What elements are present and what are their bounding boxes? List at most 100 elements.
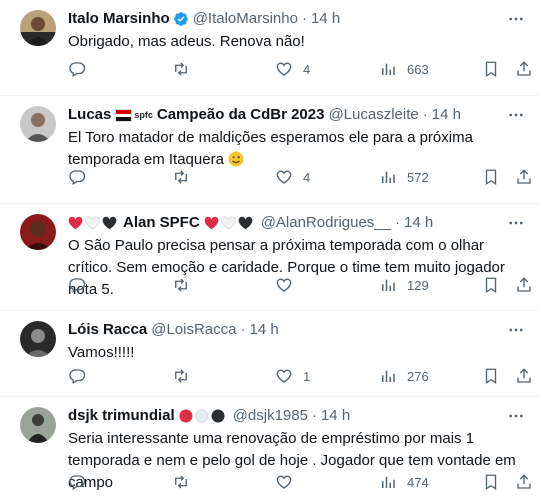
red-heart-icon (204, 216, 219, 230)
like-button[interactable] (275, 471, 293, 493)
red-circle-icon (179, 409, 193, 423)
tweet-text: Obrigado, mas adeus. Renova não! (68, 31, 530, 53)
views-chart-icon (382, 171, 395, 183)
user-handle[interactable]: @AlanRodrigues__ (261, 212, 391, 234)
timestamp[interactable]: 14 h (249, 319, 278, 341)
spfc-flag-badge: spfc (115, 104, 153, 126)
more-options-icon[interactable] (506, 214, 526, 232)
views-button[interactable]: 276 (379, 365, 429, 387)
retweet-button[interactable] (172, 365, 190, 387)
reply-icon (69, 278, 86, 293)
spfc-badge-text: spfc (134, 110, 153, 120)
bookmark-icon (485, 277, 497, 294)
display-name[interactable]: dsjk trimundial (68, 405, 175, 427)
reply-icon (69, 475, 86, 490)
avatar[interactable] (20, 10, 56, 46)
bookmark-button[interactable] (482, 166, 500, 188)
bookmark-icon (485, 169, 497, 186)
reply-button[interactable] (68, 58, 86, 80)
bookmark-button[interactable] (482, 58, 500, 80)
avatar[interactable] (20, 214, 56, 250)
views-button[interactable]: 474 (379, 471, 429, 493)
reply-icon (69, 170, 86, 185)
separator-dot: · (301, 10, 307, 27)
avatar[interactable] (20, 407, 56, 443)
views-button[interactable]: 663 (379, 58, 429, 80)
display-name[interactable]: Italo Marsinho (68, 8, 170, 30)
share-button[interactable] (515, 471, 533, 493)
tweet-header: dsjk trimundial @dsjk1985 · 14 h (68, 405, 350, 427)
tweet[interactable]: Lucas spfc Campeão da CdBr 2023 @Lucaszl… (0, 96, 540, 204)
retweet-button[interactable] (172, 166, 190, 188)
reply-button[interactable] (68, 166, 86, 188)
share-button[interactable] (515, 274, 533, 296)
share-icon (517, 277, 531, 292)
reply-button[interactable] (68, 274, 86, 296)
display-name-suffix[interactable]: Campeão da CdBr 2023 (157, 104, 325, 126)
share-button[interactable] (515, 365, 533, 387)
tweet-header: Alan SPFC @AlanRodrigues__ · 14 h (68, 212, 433, 234)
user-handle[interactable]: @dsjk1985 (233, 405, 308, 427)
display-name[interactable]: Lóis Racca (68, 319, 147, 341)
retweet-button[interactable] (172, 471, 190, 493)
display-name[interactable]: Lucas (68, 104, 111, 126)
user-handle[interactable]: @LoisRacca (151, 319, 236, 341)
more-options-icon[interactable] (506, 10, 526, 28)
reply-button[interactable] (68, 365, 86, 387)
black-circle-icon (211, 409, 225, 423)
tweet[interactable]: Alan SPFC @AlanRodrigues__ · 14 h O São … (0, 204, 540, 311)
bookmark-button[interactable] (482, 365, 500, 387)
timestamp[interactable]: 14 h (321, 405, 350, 427)
separator-dot: · (240, 321, 246, 338)
name-emoji-group-suffix (204, 216, 253, 230)
black-heart-icon (238, 216, 253, 230)
tweet-text-content: Vamos!!!!! (68, 344, 135, 361)
tweet-actions: 129 (68, 274, 536, 296)
share-button[interactable] (515, 166, 533, 188)
tweet-header: Italo Marsinho @ItaloMarsinho · 14 h (68, 8, 340, 30)
reply-button[interactable] (68, 471, 86, 493)
retweet-icon (175, 475, 187, 489)
views-button[interactable]: 129 (379, 274, 429, 296)
tweet[interactable]: Italo Marsinho @ItaloMarsinho · 14 h Obr… (0, 0, 540, 96)
view-count: 129 (407, 277, 429, 293)
separator-dot: · (395, 214, 400, 231)
share-button[interactable] (515, 58, 533, 80)
more-options-icon[interactable] (506, 321, 526, 339)
red-heart-icon (68, 216, 83, 230)
avatar[interactable] (20, 106, 56, 142)
separator-dot: · (422, 106, 428, 123)
like-button[interactable]: 4 (275, 58, 310, 80)
more-options-icon[interactable] (506, 106, 526, 124)
spfc-flag-icon (115, 108, 133, 122)
tweet-text: El Toro matador de maldições esperamos e… (68, 127, 530, 171)
tweet-actions: 1 276 (68, 365, 536, 387)
avatar[interactable] (20, 321, 56, 357)
retweet-icon (175, 170, 187, 184)
retweet-button[interactable] (172, 58, 190, 80)
retweet-button[interactable] (172, 274, 190, 296)
views-button[interactable]: 572 (379, 166, 429, 188)
user-handle[interactable]: @Lucaszleite (328, 104, 418, 126)
bookmark-button[interactable] (482, 471, 500, 493)
heart-icon (276, 475, 292, 489)
white-heart-icon (220, 216, 236, 230)
more-options-icon[interactable] (506, 407, 526, 425)
like-button[interactable]: 1 (275, 365, 310, 387)
bookmark-icon (485, 61, 497, 78)
tweet-text: Vamos!!!!! (68, 342, 530, 364)
bookmark-button[interactable] (482, 274, 500, 296)
timestamp[interactable]: 14 h (432, 104, 461, 126)
tweet[interactable]: Lóis Racca @LoisRacca · 14 h Vamos!!!!! … (0, 311, 540, 397)
like-button[interactable] (275, 274, 293, 296)
tweet[interactable]: dsjk trimundial @dsjk1985 · 14 h Seria i… (0, 397, 540, 499)
display-name[interactable]: Alan SPFC (123, 212, 200, 234)
like-button[interactable]: 4 (275, 166, 310, 188)
black-heart-icon (102, 216, 117, 230)
views-chart-icon (382, 476, 395, 488)
tweet-text-content: El Toro matador de maldições esperamos e… (68, 129, 473, 168)
share-icon (517, 474, 531, 489)
user-handle[interactable]: @ItaloMarsinho (193, 8, 298, 30)
timestamp[interactable]: 14 h (404, 212, 433, 234)
timestamp[interactable]: 14 h (311, 8, 340, 30)
